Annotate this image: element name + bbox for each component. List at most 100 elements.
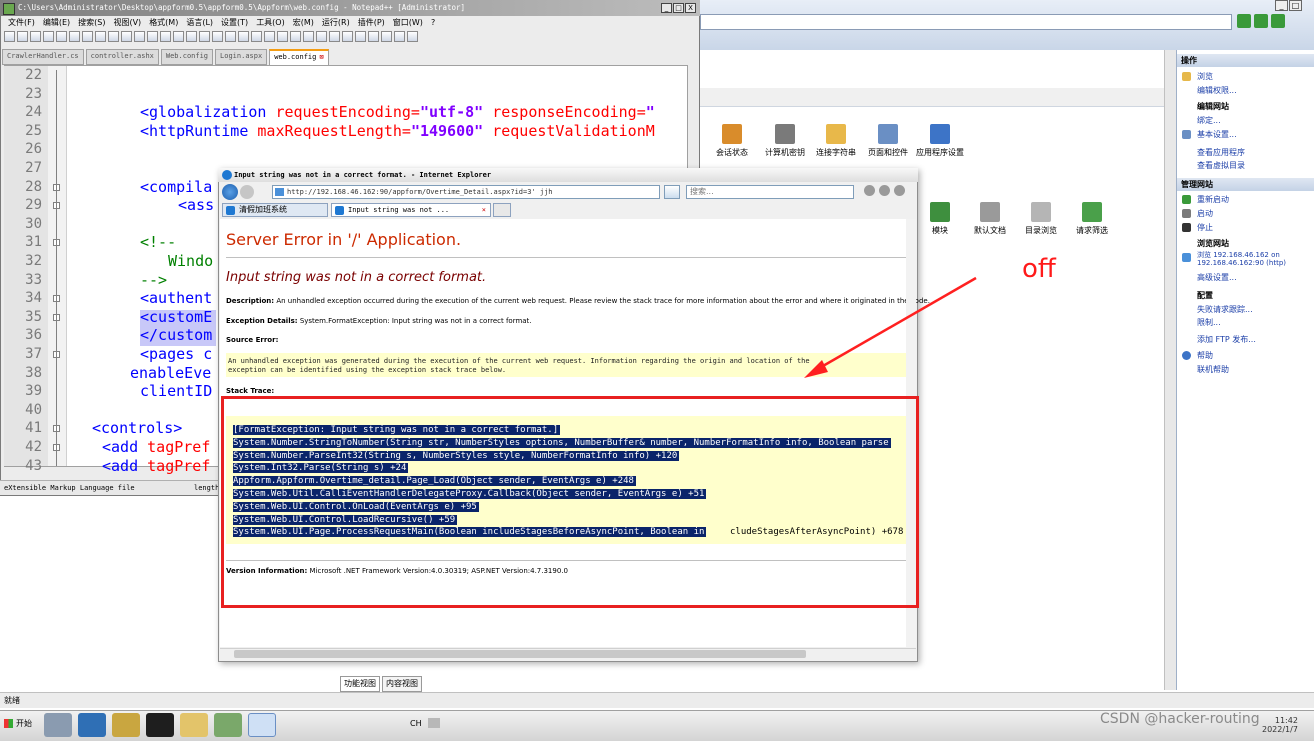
record-macro-icon[interactable] [342,31,353,42]
menu-language[interactable]: 语言(L) [186,16,213,30]
menu-view[interactable]: 视图(V) [113,16,141,30]
find-icon[interactable] [160,31,171,42]
doc-map-icon[interactable] [290,31,301,42]
save-icon[interactable] [30,31,41,42]
minimize-button[interactable]: _ [1275,0,1288,11]
feature-modules[interactable]: 模块 [912,202,968,236]
menu-file[interactable]: 文件(F) [8,16,35,30]
udl-icon[interactable] [277,31,288,42]
home-icon[interactable] [864,185,875,196]
refresh-icon[interactable] [1254,14,1268,28]
stop-macro-icon[interactable] [355,31,366,42]
menu-macro[interactable]: 宏(M) [293,16,314,30]
action-view-virtual-dirs[interactable]: 查看虚拟目录 [1197,160,1245,171]
indent-guide-icon[interactable] [264,31,275,42]
cut-icon[interactable] [95,31,106,42]
feature-app-settings[interactable]: 应用程序设置 [912,124,968,158]
action-explore[interactable]: 浏览 [1197,71,1213,82]
tab-controller[interactable]: controller.ashx [85,49,159,65]
ie-taskbar-icon[interactable] [248,713,276,737]
feature-default-document[interactable]: 默认文档 [962,202,1018,236]
help-icon[interactable] [1271,14,1285,28]
menu-window[interactable]: 窗口(W) [393,16,423,30]
server-manager-icon[interactable] [44,713,72,737]
tab-login[interactable]: Login.aspx [215,49,268,65]
new-icon[interactable] [4,31,15,42]
feature-session-state[interactable]: 会话状态 [704,124,760,158]
go-icon[interactable] [1237,14,1251,28]
action-view-applications[interactable]: 查看应用程序 [1197,147,1245,158]
menu-plugins[interactable]: 插件(P) [358,16,385,30]
address-bar[interactable]: http://192.168.46.162:90/appform/Overtim… [272,185,660,199]
tab-features-view[interactable]: 功能视图 [340,676,380,692]
minimize-button[interactable]: _ [661,3,672,13]
ie-active-tab[interactable]: Input string was not ... × [331,203,491,217]
feature-directory-browsing[interactable]: 目录浏览 [1013,202,1069,236]
clock[interactable]: 11:42 2022/1/7 [1262,716,1298,734]
iis-address-bar[interactable] [700,14,1232,30]
play-macro-icon[interactable] [368,31,379,42]
action-add-ftp[interactable]: 添加 FTP 发布... [1197,334,1256,345]
spellcheck-icon[interactable] [407,31,418,42]
save-macro-icon[interactable] [394,31,405,42]
menu-edit[interactable]: 编辑(E) [43,16,70,30]
tab-close-icon[interactable]: ⊠ [319,53,323,61]
cmd-icon[interactable] [146,713,174,737]
menu-format[interactable]: 格式(M) [149,16,178,30]
close-button[interactable]: X [685,3,696,13]
action-bindings[interactable]: 绑定... [1197,115,1221,126]
action-edit-permissions[interactable]: 编辑权限... [1197,85,1237,96]
maximize-button[interactable]: □ [1289,0,1302,11]
action-failed-request-tracing[interactable]: 失败请求跟踪... [1197,304,1253,315]
wrap-icon[interactable] [238,31,249,42]
maximize-button[interactable]: □ [673,3,684,13]
tab-close-icon[interactable]: × [482,204,486,216]
tab-web-config-1[interactable]: Web.config [160,49,214,65]
back-button[interactable] [222,184,238,200]
action-limits[interactable]: 限制... [1197,317,1221,328]
run-macro-icon[interactable] [381,31,392,42]
notepadpp-icon[interactable] [214,713,242,737]
monitor-icon[interactable] [329,31,340,42]
tab-web-config-active[interactable]: web.config ⊠ [269,49,329,66]
favorites-icon[interactable] [879,185,890,196]
all-chars-icon[interactable] [251,31,262,42]
redo-icon[interactable] [147,31,158,42]
function-list-icon[interactable] [303,31,314,42]
copy-icon[interactable] [108,31,119,42]
sync-v-icon[interactable] [212,31,223,42]
feature-machine-key[interactable]: 计算机密钥 [757,124,813,158]
zoom-in-icon[interactable] [186,31,197,42]
manage-site-header[interactable]: 管理网站 [1177,178,1314,191]
action-advanced-settings[interactable]: 高级设置... [1197,272,1237,283]
keyboard-icon[interactable] [428,718,440,728]
close-icon[interactable] [56,31,67,42]
menu-help[interactable]: ? [431,16,435,30]
close-all-icon[interactable] [69,31,80,42]
menu-settings[interactable]: 设置(T) [221,16,248,30]
action-help[interactable]: 帮助 [1197,350,1213,361]
forward-button[interactable] [240,185,254,199]
menu-run[interactable]: 运行(R) [322,16,350,30]
action-online-help[interactable]: 联机帮助 [1197,364,1229,375]
feature-connection-strings[interactable]: 连接字符串 [808,124,864,158]
tab-crawlerhandler[interactable]: CrawlerHandler.cs [2,49,84,65]
replace-icon[interactable] [173,31,184,42]
feature-pages-controls[interactable]: 页面和控件 [860,124,916,158]
ie-scroll-thumb[interactable] [234,650,806,658]
feature-request-filtering[interactable]: 请求筛选 [1064,202,1120,236]
paste-icon[interactable] [121,31,132,42]
action-stop[interactable]: 停止 [1197,222,1213,233]
language-indicator[interactable]: CH [410,719,422,728]
undo-icon[interactable] [134,31,145,42]
sync-h-icon[interactable] [225,31,236,42]
menu-tools[interactable]: 工具(O) [256,16,285,30]
tab-content-view[interactable]: 内容视图 [382,676,422,692]
save-all-icon[interactable] [43,31,54,42]
powershell-icon[interactable] [78,713,106,737]
favorites-bar-item[interactable]: 清假加班系统 [222,203,328,217]
menu-search[interactable]: 搜索(S) [78,16,105,30]
refresh-button[interactable] [664,185,680,199]
start-button[interactable]: 开始 [2,713,36,735]
tools-gear-icon[interactable] [894,185,905,196]
